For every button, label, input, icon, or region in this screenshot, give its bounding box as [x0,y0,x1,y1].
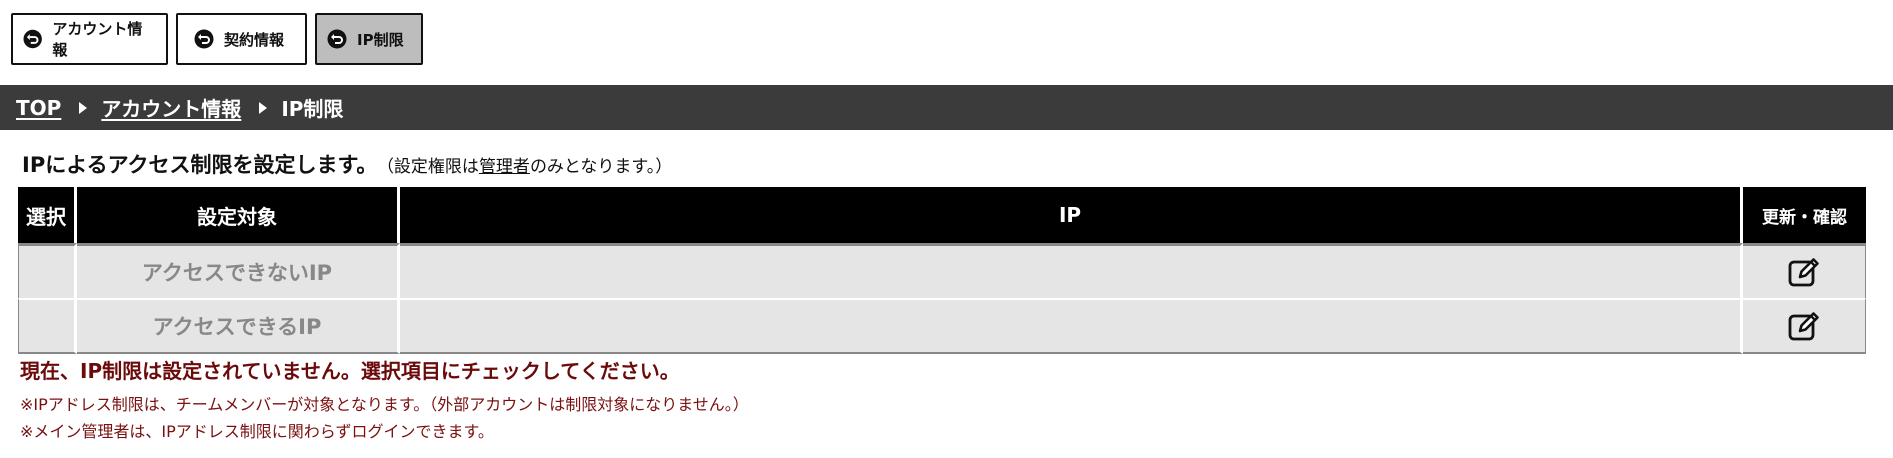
header-ip: IP [400,187,1743,243]
update-cell [1743,243,1866,298]
table-header-row: 選択 設定対象 IP 更新・確認 [18,187,1866,243]
ip-restriction-table: 選択 設定対象 IP 更新・確認 アクセスできないIP アクセスできるIP [18,187,1866,354]
select-cell[interactable] [18,298,77,354]
header-update: 更新・確認 [1743,187,1866,243]
return-icon [194,29,214,49]
admin-link[interactable]: 管理者 [479,157,530,177]
table-row: アクセスできるIP [18,298,1866,354]
permission-note-prefix: （設定権限は [385,157,479,177]
return-icon [327,29,347,49]
tab-contract-info[interactable]: 契約情報 [176,13,307,65]
return-icon [23,29,42,49]
target-cell: アクセスできるIP [77,298,400,354]
edit-icon[interactable] [1787,255,1821,289]
permission-note-suffix: のみとなります。） [529,157,673,177]
tab-ip-restriction-label: IP制限 [357,30,404,49]
header-select: 選択 [18,187,77,243]
target-cell: アクセスできないIP [77,243,400,298]
table-row: アクセスできないIP [18,243,1866,298]
tab-account-info-label: アカウント情報 [52,20,143,59]
ip-cell [400,298,1743,354]
edit-icon[interactable] [1787,309,1821,343]
select-cell[interactable] [18,243,77,298]
page-title: IPによるアクセス制限を設定します。 [22,153,378,177]
breadcrumb-top-link[interactable]: TOP [16,96,61,120]
tab-ip-restriction[interactable]: IP制限 [315,13,423,65]
header-target: 設定対象 [77,187,400,243]
breadcrumb-current: IP制限 [281,97,344,121]
status-warning: 現在、IP制限は設定されていません。選択項目にチェックしてください。 [20,359,680,383]
permission-note: （設定権限は管理者のみとなります。） [385,157,672,177]
page-intro: IPによるアクセス制限を設定します。 （設定権限は管理者のみとなります。） [22,149,672,179]
tab-account-info[interactable]: アカウント情報 [11,13,168,65]
update-cell [1743,298,1866,354]
ip-cell [400,243,1743,298]
chevron-right-icon [79,101,88,114]
breadcrumb-account-link[interactable]: アカウント情報 [101,93,241,122]
tab-bar: アカウント情報 契約情報 IP制限 [11,13,423,65]
tab-contract-info-label: 契約情報 [224,30,285,49]
chevron-right-icon [259,101,268,114]
note-ip-scope: ※IPアドレス制限は、チームメンバーが対象となります。（外部アカウントは制限対象… [20,395,749,414]
note-main-admin: ※メイン管理者は、IPアドレス制限に関わらずログインできます。 [20,422,494,441]
breadcrumb: TOP アカウント情報 IP制限 [0,85,1893,130]
